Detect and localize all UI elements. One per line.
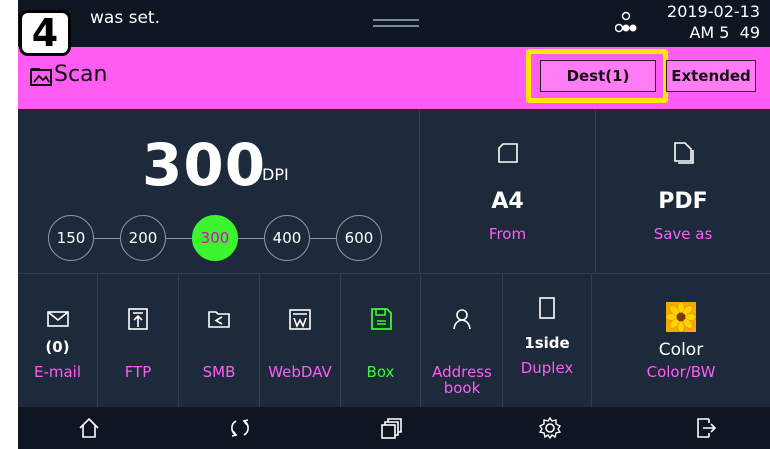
resolution-unit: DPI <box>262 165 289 184</box>
file-format-label: Save as <box>653 225 713 243</box>
status-bar: was set. 2019-02-13 AM 5 49 <box>18 0 770 47</box>
smb-button[interactable]: SMB <box>179 273 260 407</box>
envelope-icon <box>46 311 69 327</box>
resolution-panel: 300 DPI 150 200 300 400 600 <box>18 109 420 273</box>
original-size-tile[interactable]: A4 From <box>420 109 596 273</box>
page-title: Scan <box>54 62 108 87</box>
logout-icon[interactable] <box>694 416 718 440</box>
flower-icon <box>666 302 696 332</box>
resolution-option-150[interactable]: 150 <box>48 215 94 261</box>
home-icon[interactable] <box>77 416 101 440</box>
email-count: (0) <box>45 338 70 356</box>
original-size-label: From <box>488 225 527 243</box>
save-icon <box>370 308 392 330</box>
resolution-option-300[interactable]: 300 <box>192 215 238 261</box>
box-label: Box <box>366 363 395 381</box>
duplex-button[interactable]: 1side Duplex <box>503 273 592 407</box>
box-button[interactable]: Box <box>341 273 421 407</box>
file-format-tile[interactable]: PDF Save as <box>596 109 770 273</box>
color-mode-label: Color/BW <box>646 363 716 381</box>
file-format-value: PDF <box>658 189 708 214</box>
duplex-value: 1side <box>524 334 570 352</box>
smb-label: SMB <box>202 363 236 381</box>
person-icon <box>452 309 471 330</box>
ftp-label: FTP <box>124 363 152 381</box>
reset-icon[interactable] <box>228 416 252 440</box>
email-label: E-mail <box>33 363 82 381</box>
printer-touch-screen: was set. 2019-02-13 AM 5 49 Scan Dest(1)… <box>18 0 770 449</box>
settings-icon[interactable] <box>538 416 562 440</box>
step-number-badge: 4 <box>19 10 71 56</box>
resolution-option-200[interactable]: 200 <box>120 215 166 261</box>
email-button[interactable]: (0) E-mail <box>18 273 98 407</box>
destination-button[interactable]: Dest(1) <box>540 60 656 92</box>
drag-handle[interactable] <box>373 19 419 27</box>
address-book-button[interactable]: Address book <box>421 273 503 407</box>
status-time: AM 5 49 <box>689 23 760 42</box>
webdav-icon <box>289 309 311 330</box>
upload-icon <box>128 308 148 330</box>
resolution-option-400[interactable]: 400 <box>264 215 310 261</box>
extended-button[interactable]: Extended <box>666 60 756 92</box>
address-book-label: Address book <box>432 363 492 397</box>
network-status-icon <box>615 11 637 33</box>
status-date: 2019-02-13 <box>667 2 760 21</box>
resolution-option-600[interactable]: 600 <box>336 215 382 261</box>
share-folder-icon <box>208 311 230 328</box>
copy-job-icon[interactable] <box>379 416 403 440</box>
duplex-label: Duplex <box>520 359 574 377</box>
navigation-bar <box>18 407 770 449</box>
page-icon <box>539 297 555 319</box>
paper-size-icon <box>497 143 518 163</box>
color-mode-button[interactable]: Color Color/BW <box>592 273 770 407</box>
resolution-value: 300 <box>142 131 267 199</box>
webdav-label: WebDAV <box>268 363 332 381</box>
original-size-value: A4 <box>491 189 524 214</box>
scan-icon <box>30 68 52 86</box>
document-icon <box>674 142 694 164</box>
scan-header: Scan Dest(1) Extended <box>18 47 770 109</box>
ftp-button[interactable]: FTP <box>98 273 179 407</box>
color-mode-value: Color <box>658 340 704 360</box>
webdav-button[interactable]: WebDAV <box>260 273 341 407</box>
status-message: was set. <box>90 8 160 28</box>
